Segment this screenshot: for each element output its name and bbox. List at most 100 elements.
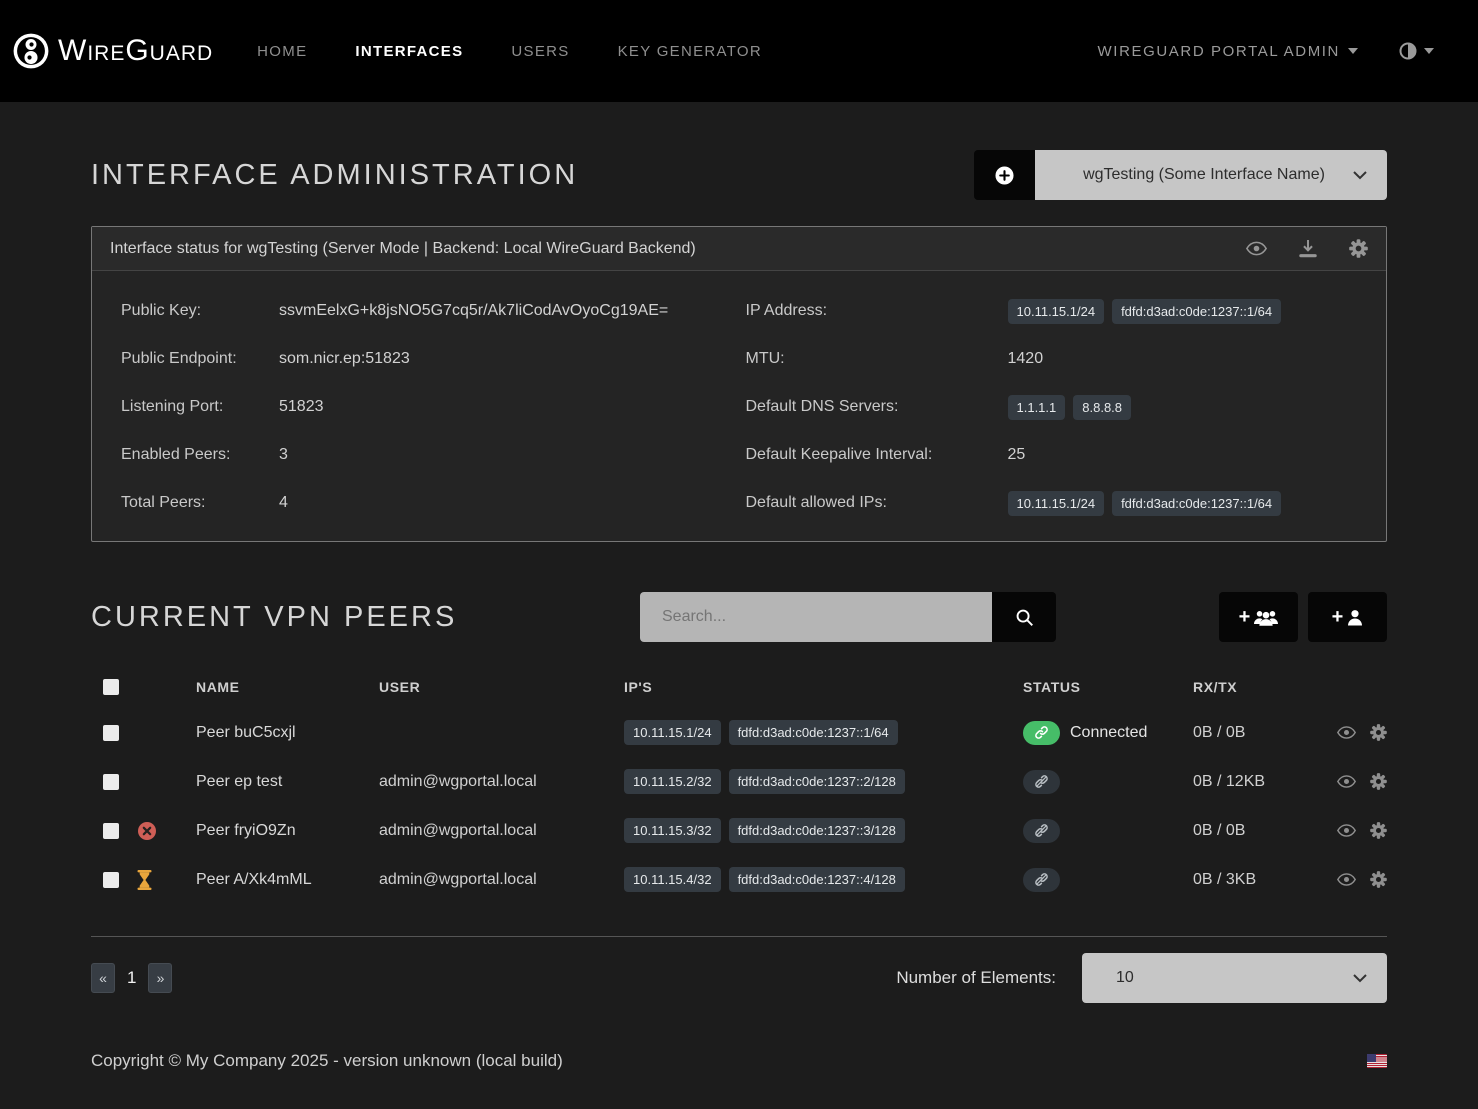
page-title: Interface Administration bbox=[91, 159, 578, 192]
peer-user: admin@wgportal.local bbox=[379, 822, 624, 840]
field-label: Listening Port: bbox=[121, 398, 279, 416]
offline-status-icon bbox=[1023, 868, 1060, 892]
wireguard-logo-icon bbox=[12, 32, 50, 70]
pagination: « 1 » bbox=[91, 963, 172, 993]
navbar: WireGuard Home Interfaces Users Key Gene… bbox=[0, 0, 1478, 102]
dns-badge: 8.8.8.8 bbox=[1073, 395, 1131, 420]
offline-status-icon bbox=[1023, 770, 1060, 794]
peer-name: Peer A/Xk4mML bbox=[196, 871, 379, 889]
peer-user: admin@wgportal.local bbox=[379, 871, 624, 889]
row-checkbox[interactable] bbox=[103, 872, 119, 888]
column-header-user: USER bbox=[379, 679, 624, 695]
peer-ip-badge: fdfd:d3ad:c0de:1237::4/128 bbox=[729, 867, 905, 892]
nav-item-home[interactable]: Home bbox=[257, 43, 307, 60]
field-label: Total Peers: bbox=[121, 494, 279, 512]
peer-view-eye-icon[interactable] bbox=[1337, 873, 1356, 886]
nav-item-key-generator[interactable]: Key Generator bbox=[618, 43, 762, 60]
keepalive-value: 25 bbox=[1008, 446, 1026, 464]
interface-settings-gear-icon[interactable] bbox=[1349, 239, 1368, 258]
brand-name: WireGuard bbox=[58, 34, 213, 68]
peer-name: Peer fryiO9Zn bbox=[196, 822, 379, 840]
download-config-icon[interactable] bbox=[1299, 239, 1317, 258]
field-label: IP Address: bbox=[746, 302, 1008, 320]
nav-links: Home Interfaces Users Key Generator bbox=[257, 43, 762, 60]
elements-count-value: 10 bbox=[1102, 969, 1353, 987]
peer-ip-badge: fdfd:d3ad:c0de:1237::1/64 bbox=[729, 720, 898, 745]
caret-down-icon bbox=[1348, 48, 1358, 54]
field-label: Public Key: bbox=[121, 302, 279, 320]
field-label: Enabled Peers: bbox=[121, 446, 279, 464]
status-label: Connected bbox=[1070, 724, 1147, 742]
peer-ip-badge: 10.11.15.4/32 bbox=[624, 867, 721, 892]
user-menu-dropdown[interactable]: Wireguard Portal Admin bbox=[1098, 43, 1358, 60]
peer-settings-gear-icon[interactable] bbox=[1370, 822, 1387, 839]
peer-view-eye-icon[interactable] bbox=[1337, 824, 1356, 837]
peer-row: Peer fryiO9Zn admin@wgportal.local 10.11… bbox=[91, 806, 1387, 855]
peer-rxtx: 0B / 0B bbox=[1193, 822, 1333, 840]
row-checkbox[interactable] bbox=[103, 774, 119, 790]
peer-rxtx: 0B / 0B bbox=[1193, 724, 1333, 742]
panel-title: Interface status for wgTesting (Server M… bbox=[110, 240, 696, 258]
peer-rxtx: 0B / 3KB bbox=[1193, 871, 1333, 889]
column-header-status: STATUS bbox=[1023, 679, 1193, 695]
elements-count-select[interactable]: 10 bbox=[1082, 953, 1387, 1003]
peer-user: admin@wgportal.local bbox=[379, 773, 624, 791]
theme-toggle-dropdown[interactable] bbox=[1398, 41, 1434, 61]
add-interface-button[interactable] bbox=[974, 150, 1035, 200]
peer-name: Peer buC5cxjl bbox=[196, 724, 379, 742]
language-flag-icon[interactable] bbox=[1367, 1054, 1387, 1068]
peer-settings-gear-icon[interactable] bbox=[1370, 871, 1387, 888]
peer-ip-badge: 10.11.15.2/32 bbox=[624, 769, 721, 794]
peer-row: Peer A/Xk4mML admin@wgportal.local 10.11… bbox=[91, 855, 1387, 904]
pagination-next-button[interactable]: » bbox=[148, 963, 172, 993]
interface-select-value: wgTesting (Some Interface Name) bbox=[1055, 166, 1353, 184]
pagination-prev-button[interactable]: « bbox=[91, 963, 115, 993]
field-label: Default Keepalive Interval: bbox=[746, 446, 1008, 464]
offline-status-icon bbox=[1023, 819, 1060, 843]
theme-icon bbox=[1398, 41, 1418, 61]
view-config-eye-icon[interactable] bbox=[1246, 241, 1267, 256]
pagination-page-number[interactable]: 1 bbox=[127, 968, 136, 988]
column-header-ips: IP'S bbox=[624, 679, 1023, 695]
peer-row: Peer buC5cxjl 10.11.15.1/24 fdfd:d3ad:c0… bbox=[91, 708, 1387, 757]
row-checkbox[interactable] bbox=[103, 823, 119, 839]
peer-ip-badge: 10.11.15.1/24 bbox=[624, 720, 721, 745]
field-label: Default allowed IPs: bbox=[746, 494, 1008, 512]
peer-view-eye-icon[interactable] bbox=[1337, 726, 1356, 739]
copyright-text: Copyright © My Company 2025 - version un… bbox=[91, 1051, 563, 1071]
nav-item-interfaces[interactable]: Interfaces bbox=[355, 43, 463, 60]
user-menu-label: Wireguard Portal Admin bbox=[1098, 43, 1340, 60]
chevron-down-icon bbox=[1353, 171, 1367, 180]
nav-item-users[interactable]: Users bbox=[511, 43, 569, 60]
search-icon bbox=[1015, 608, 1034, 627]
column-header-rxtx: RX/TX bbox=[1193, 679, 1333, 695]
search-input[interactable] bbox=[640, 592, 992, 642]
chevron-down-icon bbox=[1353, 974, 1367, 983]
ip-badge: 10.11.15.1/24 bbox=[1008, 299, 1105, 324]
peer-settings-gear-icon[interactable] bbox=[1370, 724, 1387, 741]
connected-status-icon bbox=[1023, 721, 1060, 745]
ip-badge: fdfd:d3ad:c0de:1237::1/64 bbox=[1112, 299, 1281, 324]
enabled-peers-value: 3 bbox=[279, 446, 288, 464]
peer-ip-badge: fdfd:d3ad:c0de:1237::2/128 bbox=[729, 769, 905, 794]
add-peer-button[interactable]: + bbox=[1308, 592, 1387, 642]
peer-expiring-hourglass-icon bbox=[137, 870, 152, 890]
peer-view-eye-icon[interactable] bbox=[1337, 775, 1356, 788]
peer-ip-badge: 10.11.15.3/32 bbox=[624, 818, 721, 843]
total-peers-value: 4 bbox=[279, 494, 288, 512]
public-key-value: ssvmEelxG+k8jsNO5G7cq5r/Ak7liCodAvOyoCg1… bbox=[279, 302, 668, 320]
field-label: Default DNS Servers: bbox=[746, 398, 1008, 416]
brand-logo[interactable]: WireGuard bbox=[12, 32, 213, 70]
public-endpoint-value: som.nicr.ep:51823 bbox=[279, 350, 410, 368]
add-multiple-peers-button[interactable]: + bbox=[1219, 592, 1298, 642]
search-button[interactable] bbox=[992, 592, 1056, 642]
interface-select[interactable]: wgTesting (Some Interface Name) bbox=[1035, 150, 1387, 200]
peer-settings-gear-icon[interactable] bbox=[1370, 773, 1387, 790]
user-group-icon bbox=[1254, 609, 1278, 626]
elements-count-label: Number of Elements: bbox=[896, 968, 1056, 988]
listening-port-value: 51823 bbox=[279, 398, 324, 416]
select-all-checkbox[interactable] bbox=[103, 679, 119, 695]
peers-section-title: Current VPN Peers bbox=[91, 601, 457, 634]
row-checkbox[interactable] bbox=[103, 725, 119, 741]
peer-name: Peer ep test bbox=[196, 773, 379, 791]
